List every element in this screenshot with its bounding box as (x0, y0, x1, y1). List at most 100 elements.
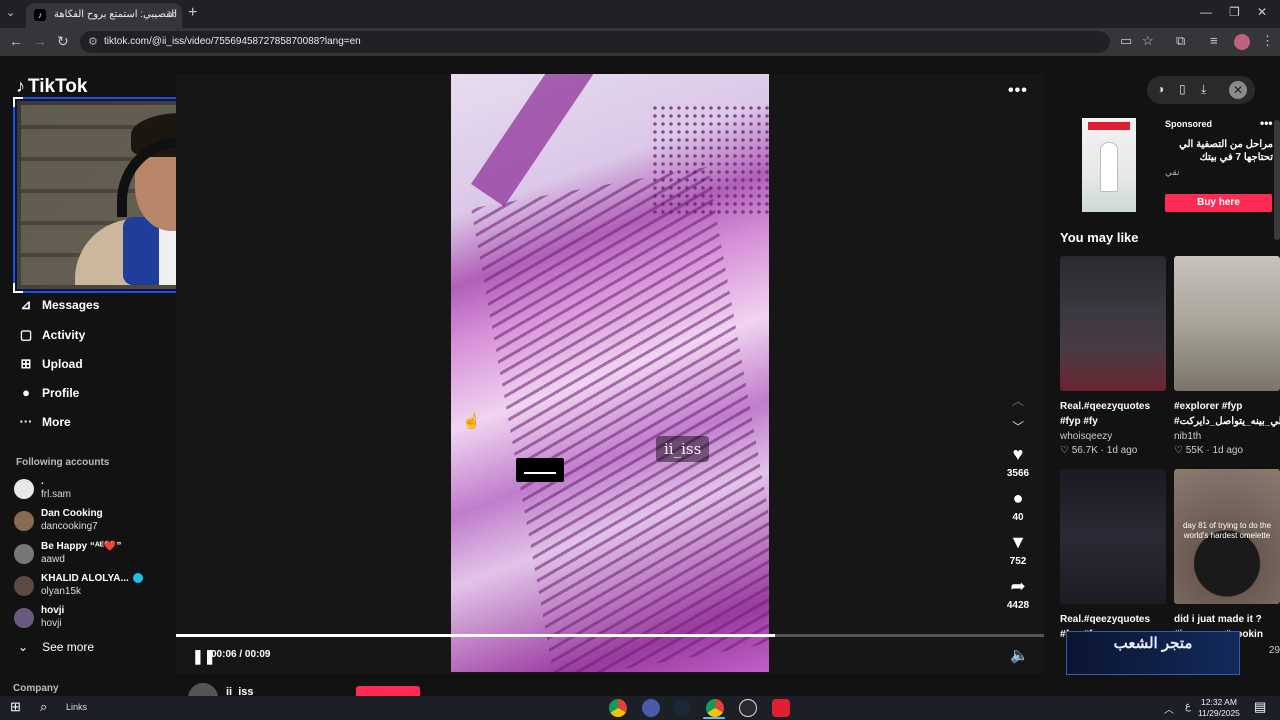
app-icon[interactable] (642, 699, 660, 717)
video-frame[interactable] (451, 74, 769, 672)
video-time: 00:06 / 00:09 (211, 649, 271, 660)
video-thumbnail (1060, 469, 1166, 604)
minimize-icon[interactable]: — (1200, 5, 1212, 19)
avatar (14, 544, 34, 564)
notifications-icon[interactable]: ▤ (1254, 699, 1266, 715)
following-account[interactable]: Be Happy “ᴬᴱ❤️” aawd (14, 541, 164, 571)
following-account[interactable]: Dan Cooking dancooking7 (14, 508, 164, 538)
reload-icon[interactable]: ↻ (57, 33, 69, 50)
browser-toolbar: ← → ↻ ⚙ tiktok.com/@ii_iss/video/7556945… (0, 28, 1280, 56)
chrome-active-icon[interactable] (706, 699, 724, 717)
nav-label: Activity (42, 328, 86, 342)
bookmark-star-icon[interactable]: ☆ (1142, 33, 1154, 49)
tray-chevron-icon[interactable]: ︿ (1164, 701, 1174, 716)
tiktok-logo[interactable]: ♪ TikTok (16, 76, 87, 98)
author-name[interactable]: ii_iss (226, 686, 254, 696)
paper-plane-icon: ⊿ (20, 297, 32, 312)
video-player[interactable]: ii_iss ••• ︿ ﹀ ♥ 3566 ● 40 ▼ 752 ➦ 4428 … (176, 74, 1044, 674)
following-account[interactable]: . frl.sam (14, 476, 164, 506)
bookmark-button[interactable]: ▼ 752 (1002, 532, 1034, 567)
restore-icon[interactable]: ❐ (1229, 5, 1240, 19)
like-button[interactable]: ♥ 3566 (1002, 444, 1034, 479)
account-handle: aawd (41, 554, 65, 565)
window-close-icon[interactable]: ✕ (1257, 5, 1267, 19)
volume-icon[interactable]: 🔈 (1010, 646, 1029, 664)
recommended-video[interactable]: #explorer #fyp #اللي_بينه_يتواصل_دايركت … (1174, 256, 1280, 456)
recommended-video[interactable]: Real.#qeezyquotes #fyp #fy whoisqeezy ♡ … (1060, 256, 1166, 456)
next-video-icon[interactable]: ﹀ (1012, 418, 1024, 435)
logo-text: TikTok (28, 76, 88, 97)
following-account[interactable]: hovji hovji (14, 605, 164, 635)
address-bar[interactable]: ⚙ tiktok.com/@ii_iss/video/7556945872785… (80, 31, 1110, 53)
back-arrow-icon[interactable]: ← (9, 33, 23, 49)
scrollbar[interactable] (1274, 120, 1280, 240)
download-icon[interactable]: ⤓ (1201, 82, 1206, 97)
fabric-dots (651, 104, 769, 214)
following-account[interactable]: KHALID ALOLYA... olyan15k (14, 573, 164, 603)
browser-tab-active[interactable]: ♪ القصيبي: استمتع بروح الفكاهة × (26, 3, 182, 28)
recording-app-icon[interactable] (772, 699, 790, 717)
ad-title[interactable]: مراحل من التصفية الي تحتاجها 7 في بيتك (1165, 138, 1273, 164)
recommended-video[interactable]: day 81 of trying to do the world's harde… (1174, 469, 1280, 656)
taskbar-links-label[interactable]: Links (66, 702, 87, 712)
profile-avatar[interactable] (1234, 34, 1250, 50)
you-may-like-heading: You may like (1060, 230, 1139, 245)
tab-list-chevron-icon[interactable]: ⌄ (6, 6, 15, 19)
site-info-icon[interactable]: ⚙ (88, 35, 98, 48)
windows-start-icon[interactable]: ⊞ (10, 699, 21, 715)
video-progress-bar[interactable] (176, 634, 1044, 637)
video-author: whoisqeezy (1060, 431, 1113, 442)
see-more-button[interactable]: ⌄ See more (18, 640, 94, 654)
new-tab-icon[interactable]: + (188, 4, 197, 22)
account-handle: frl.sam (41, 489, 71, 500)
extensions-icon[interactable]: ⧉ (1176, 33, 1185, 49)
heart-outline-icon: ♡ (1174, 445, 1183, 456)
forward-arrow-icon[interactable]: → (33, 33, 47, 49)
search-icon[interactable]: ⌕ (40, 699, 47, 715)
steam-icon[interactable] (673, 699, 691, 717)
video-title-hashtags: #fyp #fy (1060, 416, 1098, 427)
video-title: Real.#qeezyquotes (1060, 614, 1151, 625)
browser-menu-icon[interactable]: ⋮ (1261, 33, 1274, 49)
obs-icon[interactable] (739, 699, 757, 717)
nav-activity[interactable]: ▢ Activity (16, 327, 86, 343)
nav-messages[interactable]: ⊿ Messages (16, 297, 100, 313)
chrome-icon[interactable] (609, 699, 627, 717)
more-options-icon[interactable]: ••• (1008, 82, 1028, 100)
nav-upload[interactable]: ⊞ Upload (16, 356, 83, 372)
likes: 55K (1185, 445, 1204, 456)
share-button[interactable]: ➦ 4428 (1002, 576, 1034, 611)
fabric-pattern (471, 166, 769, 672)
cast-icon[interactable]: ▭ (1120, 33, 1132, 49)
hand-cursor-icon: ☝ (462, 413, 481, 430)
ad-more-icon[interactable]: ••• (1260, 116, 1273, 130)
plus-square-icon: ⊞ (20, 356, 32, 371)
input-language[interactable]: ع (1185, 701, 1191, 712)
buy-here-button[interactable]: Buy here (1165, 194, 1272, 212)
tab-title: القصيبي: استمتع بروح الفكاهة (54, 9, 178, 20)
nav-more[interactable]: ··· More (16, 414, 71, 429)
ad-thumbnail-header (1088, 122, 1130, 130)
video-thumbnail (1174, 256, 1280, 391)
close-icon[interactable]: ✕ (1229, 81, 1247, 99)
dark-mode-icon[interactable]: ◑ (1157, 82, 1164, 96)
device-icon[interactable]: ▯ (1179, 82, 1186, 96)
heart-outline-icon: ♡ (1060, 445, 1069, 456)
author-avatar[interactable] (188, 683, 218, 696)
previous-video-icon[interactable]: ︿ (1012, 392, 1024, 409)
bookmark-icon: ▼ (1009, 532, 1027, 552)
avatar (14, 511, 34, 531)
following-accounts-heading: Following accounts (16, 457, 110, 468)
clock[interactable]: 12:32 AM 11/29/2025 (1198, 697, 1240, 719)
video-meta: ♡ 55K · 1d ago (1174, 445, 1244, 456)
ad-thumbnail[interactable] (1082, 118, 1136, 212)
follow-button[interactable] (356, 686, 420, 696)
tiktok-favicon-icon: ♪ (34, 9, 46, 21)
media-control-icon[interactable]: ≡ (1210, 33, 1218, 48)
recommended-video[interactable]: Real.#qeezyquotes #fyp #fy (1060, 469, 1166, 642)
nav-profile[interactable]: ● Profile (16, 385, 79, 400)
video-title: did i juat made it ? (1174, 614, 1262, 625)
company-link[interactable]: Company (13, 683, 59, 694)
comment-button[interactable]: ● 40 (1002, 488, 1034, 523)
close-tab-icon[interactable]: × (168, 7, 176, 22)
